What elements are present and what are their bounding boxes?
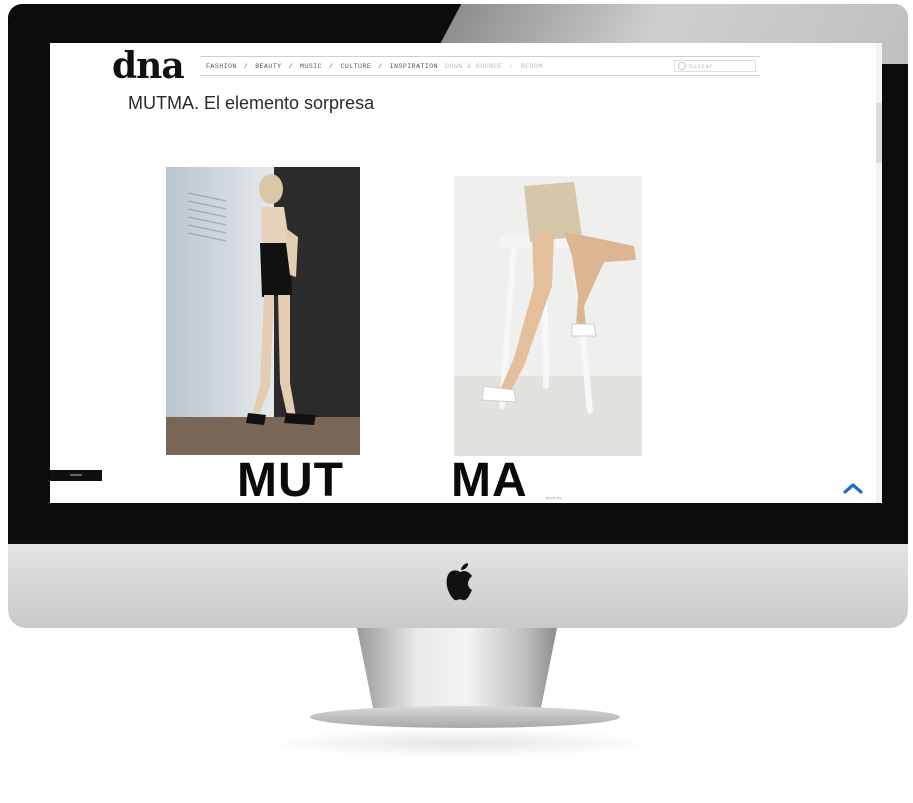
nav-item[interactable]: FASHION [206,63,237,70]
monitor-stand-neck [357,628,557,708]
nav-item-faded[interactable]: REDOM [521,63,543,70]
nav-items: FASHION / BEAUTY / MUSIC / CULTURE / INSPIRATION… [200,63,543,70]
photo-caption: photo by [546,495,562,500]
side-tab-handle [70,474,82,476]
nav-separator: / [288,62,294,70]
main-nav: FASHION / BEAUTY / MUSIC / CULTURE / INSPIRATION… [200,56,760,76]
nav-item[interactable]: INSPIRATION [390,63,438,70]
headline-part-1: MUT [237,454,344,504]
search-input[interactable]: buscar [674,60,756,72]
nav-separator: / [329,62,334,70]
screen: dna FASHION / BEAUTY / MUSIC / CULTURE / INSPIRA… [50,43,882,503]
photo-1-illustration [166,167,360,455]
nav-item[interactable]: MUSIC [300,63,322,70]
photo-2-illustration [454,176,642,456]
monitor-stand-foot [310,706,620,728]
article-photo-1[interactable] [166,167,360,455]
search-icon [678,62,686,70]
scrollbar[interactable] [876,43,882,503]
chevron-up-icon[interactable] [842,481,864,495]
nav-separator: / [378,62,383,70]
nav-item-faded[interactable]: DOWN & BOUNCE [445,63,502,70]
nav-separator: / [243,62,249,70]
apple-logo-icon [446,563,472,601]
stand-shadow [260,728,660,758]
scrollbar-thumb[interactable] [876,103,882,163]
article-photo-2[interactable] [454,176,642,456]
site-logo[interactable]: dna [112,45,185,87]
nav-item[interactable]: CULTURE [340,63,371,70]
nav-separator: / [509,62,514,70]
search-placeholder: buscar [689,62,714,70]
side-tab-button[interactable] [50,470,102,481]
article-title: MUTMA. El elemento sorpresa [128,93,375,113]
headline-part-2: MA [451,454,528,504]
nav-item[interactable]: BEAUTY [255,63,281,70]
